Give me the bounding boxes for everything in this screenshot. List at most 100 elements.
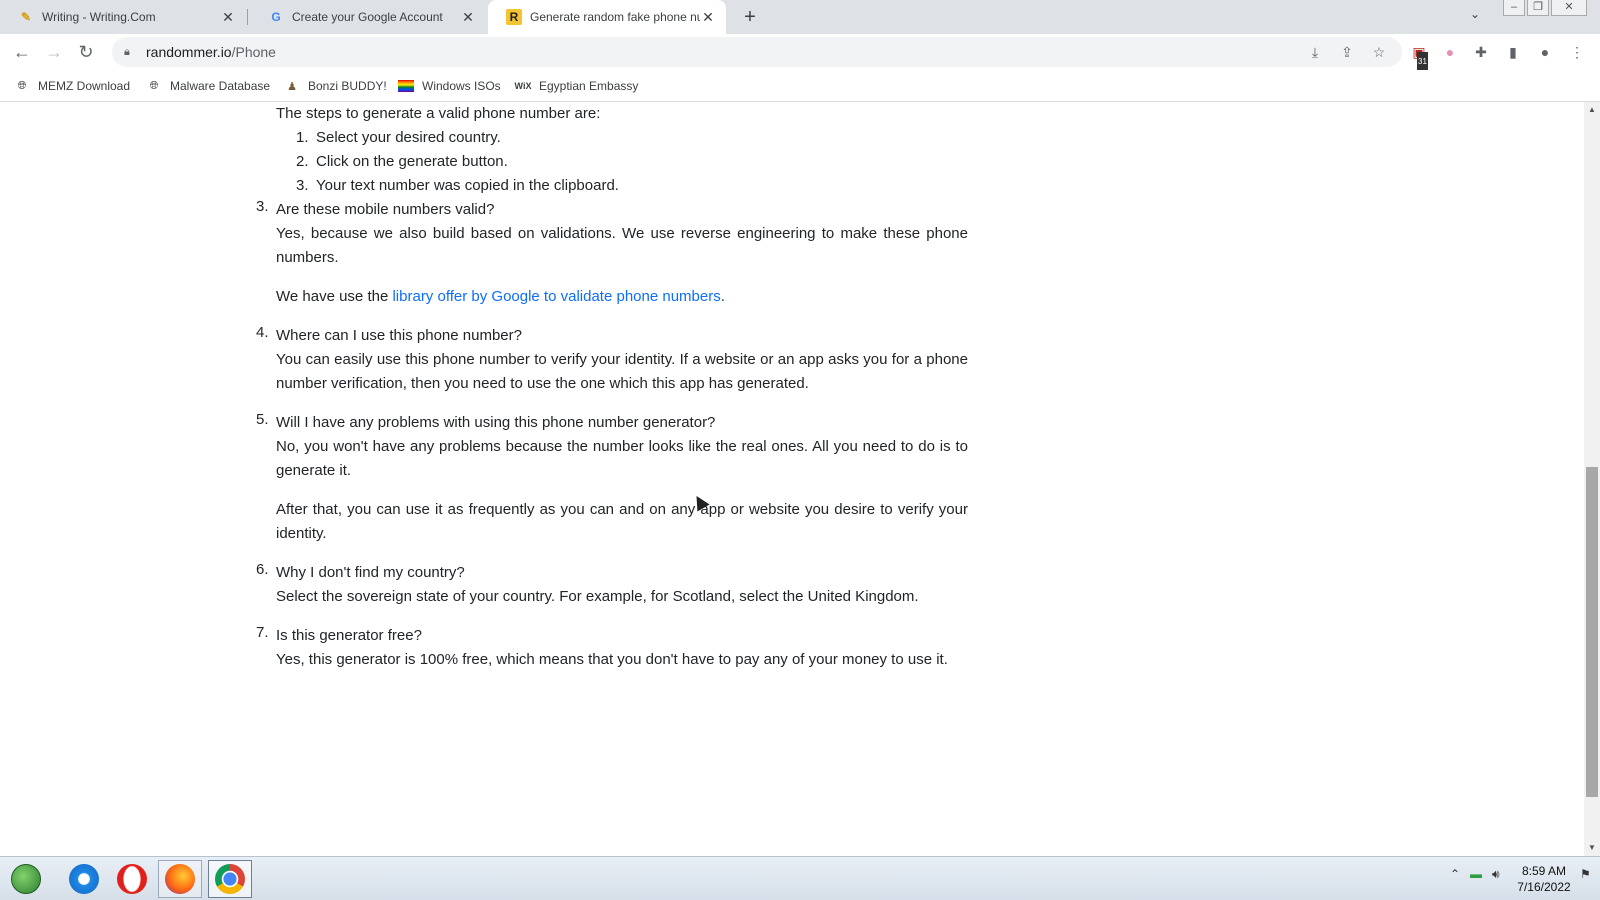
rainbow-flag-icon (398, 80, 414, 92)
scroll-down-arrow-icon[interactable]: ▼ (1584, 840, 1600, 856)
browser-toolbar: ← → ↻ 🔒︎ randommer.io/Phone ⤓ ⇪ ☆ ▣31 ● … (0, 34, 1600, 72)
faq-question: Is this generator free? (276, 627, 422, 644)
firefox-icon (165, 864, 195, 894)
close-icon[interactable]: ✕ (220, 9, 236, 26)
url-text[interactable]: randommer.io/Phone (146, 44, 276, 60)
reload-icon[interactable]: ↻ (74, 40, 98, 64)
taskbar-internet-explorer[interactable] (62, 860, 106, 898)
tab-divider (247, 9, 248, 25)
step-item: 3. Your text number was copied in the cli… (296, 177, 619, 194)
close-icon[interactable]: ✕ (700, 9, 716, 26)
chevron-down-icon[interactable]: ⌄ (1470, 7, 1480, 21)
bookmarks-bar: 🌐︎ MEMZ Download 🌐︎ Malware Database ♟ B… (0, 70, 1600, 102)
step-item: 1. Select your desired country. (296, 129, 501, 146)
faq-question: Will I have any problems with using this… (276, 414, 716, 431)
scrollbar-thumb[interactable] (1586, 467, 1598, 797)
profile-avatar-icon[interactable]: ● (1535, 42, 1555, 62)
globe-icon: 🌐︎ (149, 79, 159, 92)
close-window-button[interactable]: ✕ (1551, 0, 1587, 16)
bookmark-label: Windows ISOs (422, 79, 501, 93)
back-arrow-icon[interactable]: ← (10, 40, 34, 64)
faq-answer: Select the sovereign state of your count… (276, 588, 919, 605)
lock-icon: 🔒︎ (124, 46, 130, 58)
bookmark-memz[interactable]: 🌐︎ MEMZ Download (14, 76, 130, 96)
wix-icon: WiX (514, 81, 532, 91)
taskbar-chrome[interactable] (208, 860, 252, 898)
vertical-scrollbar[interactable]: ▲ ▼ (1584, 102, 1600, 856)
clock-time: 8:59 AM (1521, 864, 1567, 878)
new-tab-button[interactable]: + (738, 5, 762, 29)
pride-extension-icon[interactable]: ● (1440, 42, 1460, 62)
faq-question: Why I don't find my country? (276, 564, 465, 581)
faq-answer: You can easily use this phone number to … (276, 351, 968, 392)
bookmark-label: Malware Database (170, 79, 271, 93)
close-icon[interactable]: ✕ (460, 9, 476, 26)
tab-writing[interactable]: ✎ Writing - Writing.Com ✕ (0, 0, 246, 34)
faq-list: The steps to generate a valid phone numb… (256, 102, 968, 672)
faq-answer: Yes, because we also build based on vali… (276, 225, 968, 266)
clock-date: 7/16/2022 (1517, 880, 1571, 894)
tab-randommer[interactable]: R Generate random fake phone nu ✕ (488, 0, 726, 34)
tab-title: Create your Google Account (292, 10, 443, 24)
steps-intro: The steps to generate a valid phone numb… (276, 105, 601, 122)
faq-extra: We have use the library offer by Google … (276, 288, 725, 305)
faq-answer: Yes, this generator is 100% free, which … (276, 651, 948, 668)
restore-button[interactable]: ❐ (1527, 0, 1549, 16)
faq-extra: After that, you can use it as frequently… (276, 501, 968, 542)
taskbar-firefox[interactable] (158, 860, 202, 898)
calendar-extension-icon[interactable]: ▣31 (1409, 42, 1429, 72)
action-center-flag-icon[interactable]: ⚑ (1580, 867, 1591, 881)
scroll-up-arrow-icon[interactable]: ▲ (1584, 102, 1600, 118)
faq-question: Where can I use this phone number? (276, 327, 522, 344)
step-item: 2. Click on the generate button. (296, 153, 508, 170)
chrome-icon (215, 864, 245, 894)
puzzle-icon[interactable]: ✚ (1471, 42, 1491, 62)
bookmark-egyptian-embassy[interactable]: WiX Egyptian Embassy (514, 76, 639, 96)
share-icon[interactable]: ⇪ (1337, 42, 1357, 62)
show-hidden-icons[interactable]: ⌃ (1450, 867, 1460, 881)
start-button[interactable] (4, 860, 48, 898)
internet-explorer-icon (69, 864, 99, 894)
globe-icon: 🌐︎ (17, 79, 27, 92)
bookmark-label: Bonzi BUDDY! (308, 79, 387, 93)
faq-item: 7. Is this generator free? Yes, this gen… (256, 624, 968, 672)
address-bar[interactable]: 🔒︎ randommer.io/Phone ⤓ ⇪ ☆ (112, 37, 1402, 67)
faq-item: 5. Will I have any problems with using t… (256, 411, 968, 546)
randommer-logo-icon: R (506, 9, 522, 25)
faq-answer: No, you won't have any problems because … (276, 438, 968, 479)
faq-question: Are these mobile numbers valid? (276, 201, 495, 218)
system-clock[interactable]: 8:59 AM 7/16/2022 (1512, 863, 1576, 895)
taskbar-opera[interactable] (110, 860, 154, 898)
bookmark-malware-database[interactable]: 🌐︎ Malware Database (146, 76, 270, 96)
windows-taskbar: ⌃ ▬ 🔊︎ 8:59 AM 7/16/2022 ⚑ (0, 856, 1600, 900)
install-icon[interactable]: ⤓ (1305, 42, 1325, 62)
minimize-button[interactable]: – (1503, 0, 1525, 16)
google-library-link[interactable]: library offer by Google to validate phon… (392, 288, 720, 305)
bookmark-star-icon[interactable]: ☆ (1369, 42, 1389, 62)
faq-item: 6. Why I don't find my country? Select t… (256, 561, 968, 609)
bookmark-label: MEMZ Download (38, 79, 131, 93)
forward-arrow-icon[interactable]: → (42, 40, 66, 64)
bookmark-label: Egyptian Embassy (539, 79, 639, 93)
tab-strip: ✎ Writing - Writing.Com ✕ G Create your … (0, 0, 1600, 34)
side-panel-icon[interactable]: ▮ (1503, 42, 1523, 62)
extension-badge: 31 (1417, 52, 1428, 72)
pencil-icon: ✎ (20, 10, 32, 24)
faq-item: 3. Are these mobile numbers valid? Yes, … (256, 198, 968, 309)
menu-kebab-icon[interactable]: ⋮ (1567, 42, 1587, 62)
opera-icon (117, 864, 147, 894)
bookmark-bonzi-buddy[interactable]: ♟ Bonzi BUDDY! (284, 76, 387, 96)
volume-icon[interactable]: 🔊︎ (1492, 867, 1500, 882)
bookmark-windows-isos[interactable]: Windows ISOs (398, 76, 501, 96)
tab-title: Generate random fake phone nu (530, 10, 700, 24)
faq-item-steps: The steps to generate a valid phone numb… (256, 102, 968, 198)
tab-title: Writing - Writing.Com (42, 10, 156, 24)
faq-item: 4. Where can I use this phone number? Yo… (256, 324, 968, 396)
network-icon[interactable]: ▬ (1470, 867, 1482, 881)
windows-logo-icon (11, 864, 41, 894)
google-icon: G (271, 10, 281, 24)
tab-google-account[interactable]: G Create your Google Account ✕ (250, 0, 486, 34)
page-content: The steps to generate a valid phone numb… (0, 102, 1584, 856)
steps-list: 1. Select your desired country. 2. Click o… (276, 126, 968, 198)
bonzi-icon: ♟ (287, 80, 297, 93)
